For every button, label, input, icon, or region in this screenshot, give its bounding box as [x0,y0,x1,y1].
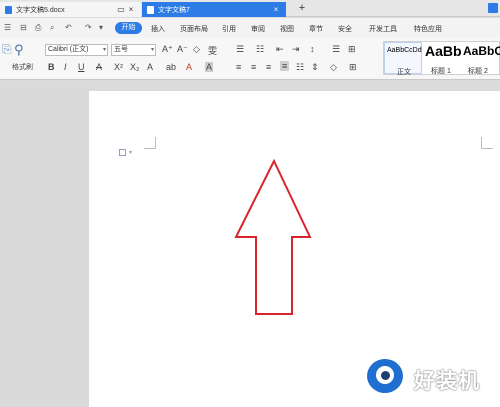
phonetic-icon[interactable]: 雯 [208,44,217,57]
watermark-text: 好装机 [414,370,480,393]
tab-document-7[interactable]: 文字文稿7 × [142,2,286,17]
preview-icon[interactable]: ⌕ [50,23,54,33]
new-tab-button[interactable]: + [296,2,308,14]
redo-icon[interactable]: ↷ [85,23,92,32]
ribbon-home: ⎘ ⚲ 格式刷 Calibri (正文) ▾ 五号 ▾ A⁺ A⁻ ◇ 雯 B … [0,38,500,80]
style-preview: AaBbC [463,44,500,58]
align-left-icon[interactable]: ≡ [236,62,241,72]
chevron-down-icon: ▾ [150,47,154,53]
style-preview: AaBb [425,43,462,59]
menu-security[interactable]: 安全 [338,24,352,34]
menu-references[interactable]: 引用 [222,24,236,34]
menu-features[interactable]: 特色应用 [414,24,442,34]
save-icon[interactable]: ⊟ [20,23,27,32]
menu-review[interactable]: 审阅 [251,24,265,34]
customize-icon[interactable]: ▾ [99,23,103,32]
watermark-logo-pupil [381,371,390,380]
numbered-list-icon[interactable]: ☷ [256,44,264,55]
shrink-font-icon[interactable]: A⁻ [177,44,188,55]
clear-format-icon[interactable]: ◇ [193,44,200,55]
grow-font-icon[interactable]: A⁺ [162,44,173,55]
window-menu-icon[interactable] [488,3,498,13]
close-icon[interactable]: × [271,5,281,14]
align-center-icon[interactable]: ≡ [251,62,256,72]
chevron-down-icon: ▾ [129,150,133,156]
strikethrough-button[interactable]: A [96,62,102,72]
justify-icon[interactable]: ≡ [280,61,290,71]
tab-title: 文字文稿7 [158,6,190,14]
style-label: 标题 2 [468,68,488,74]
chevron-down-icon: ▾ [102,47,106,53]
paste-icon[interactable]: ⎘ [2,42,12,57]
superscript-button[interactable]: X² [114,62,123,72]
underline-button[interactable]: U [78,62,85,72]
document-page[interactable]: ▾ [89,91,500,407]
highlight-button[interactable]: ab [166,62,176,72]
restore-icon[interactable]: ▭ [116,5,126,14]
menu-sections[interactable]: 章节 [309,24,323,34]
italic-button[interactable]: I [64,62,67,72]
font-name-select[interactable]: Calibri (正文) ▾ [45,44,108,56]
up-arrow-shape[interactable] [234,159,314,319]
bullet-list-icon[interactable]: ☰ [236,44,244,55]
style-normal[interactable]: AaBbCcDd 正文 [384,42,422,76]
document-workspace: ▾ [0,81,500,407]
bold-button[interactable]: B [48,62,55,72]
print-icon[interactable]: ⎙ [35,23,41,33]
style-label: 正文 [397,69,411,76]
undo-icon[interactable]: ↶ [65,23,72,32]
font-size-select[interactable]: 五号 ▾ [111,44,156,56]
crop-mark-top-left [144,137,156,149]
font-name-value: Calibri (正文) [48,46,89,53]
align-right-icon[interactable]: ≡ [266,62,271,72]
borders-icon[interactable]: ⊞ [349,62,357,73]
text-effect-button[interactable]: A [147,62,153,72]
line-spacing-icon[interactable]: ⇕ [311,62,319,73]
format-painter-icon[interactable]: ⚲ [14,42,24,58]
format-painter-label[interactable]: 格式刷 [12,62,33,72]
menu-insert[interactable]: 插入 [151,24,165,34]
menu-developer[interactable]: 开发工具 [369,24,397,34]
char-shading-button[interactable]: A [205,62,214,72]
style-heading-1[interactable]: AaBb 标题 1 [423,42,463,75]
tab-title: 文字文稿5.docx [16,6,65,14]
show-marks-icon[interactable]: ⊞ [348,44,356,55]
style-heading-2[interactable]: AaBbC 标题 2 [463,42,500,74]
shading-icon[interactable]: ◇ [330,62,337,73]
paragraph-anchor-icon[interactable] [119,149,126,156]
menu-bar: ☰ ⊟ ⎙ ⌕ ↶ ↷ ▾ 开始 插入 页面布局 引用 审阅 视图 章节 安全 … [0,18,500,38]
font-size-value: 五号 [114,46,128,53]
text-direction-icon[interactable]: ↕ [310,44,315,54]
style-label: 标题 1 [431,68,451,75]
doc-icon [5,5,12,14]
tab-document-5[interactable]: 文字文稿5.docx ▭ × [0,2,141,17]
sort-icon[interactable]: ☰ [332,44,340,55]
close-icon[interactable]: × [126,5,136,14]
crop-mark-top-right [481,137,493,149]
styles-gallery: AaBbCcDd 正文 AaBb 标题 1 AaBbC 标题 2 [383,41,500,76]
doc-icon [147,5,154,14]
menu-view[interactable]: 视图 [280,24,294,34]
subscript-button[interactable]: X₂ [130,62,140,72]
decrease-indent-icon[interactable]: ⇤ [276,44,284,55]
menu-home[interactable]: 开始 [115,22,142,34]
font-color-button[interactable]: A [186,62,192,72]
menu-icon[interactable]: ☰ [4,23,11,32]
distributed-icon[interactable]: ☷ [296,62,304,73]
tab-bar: 文字文稿5.docx ▭ × 文字文稿7 × + [0,0,500,17]
increase-indent-icon[interactable]: ⇥ [292,44,300,55]
up-arrow-outline [234,159,312,315]
menu-page-layout[interactable]: 页面布局 [180,24,208,34]
style-preview: AaBbCcDd [387,47,422,54]
